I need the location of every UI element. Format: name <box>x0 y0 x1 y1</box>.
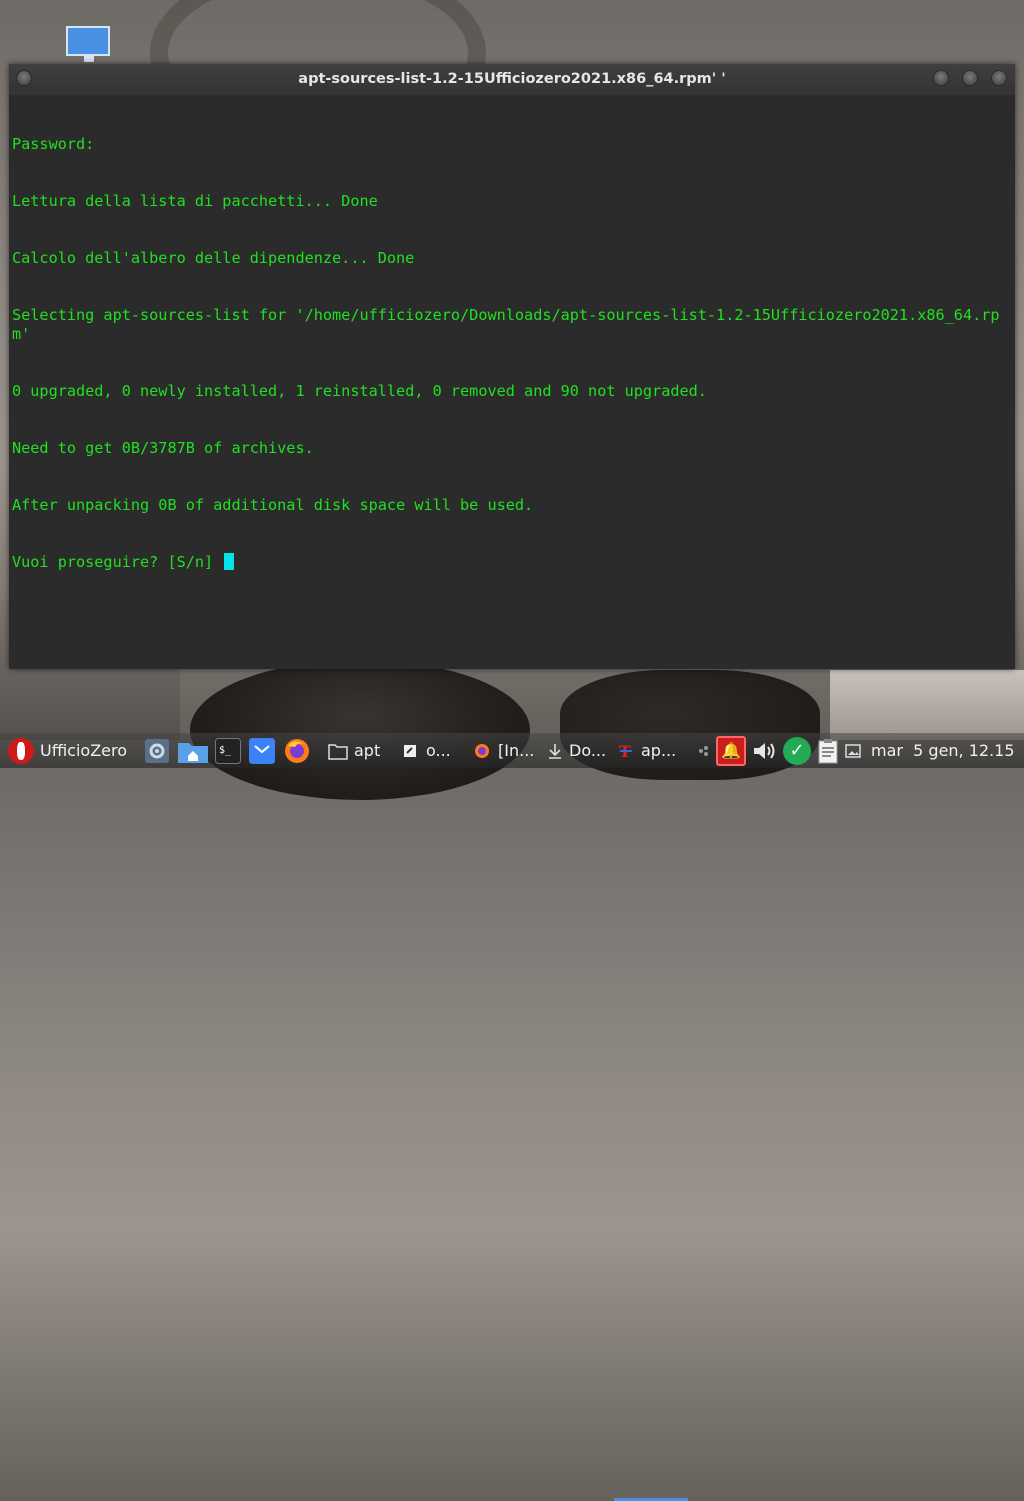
desktop-monitor-stand <box>84 56 94 62</box>
desktop-monitor-icon[interactable] <box>66 26 110 56</box>
tray-notifications[interactable]: 🔔 <box>716 733 746 768</box>
terminal-cursor <box>224 553 235 570</box>
settings-gear-icon <box>145 738 169 763</box>
terminal-app-icon: T <box>619 742 632 760</box>
task-item[interactable]: apt <box>328 733 380 768</box>
terminal-line: Selecting apt-sources-list for '/home/uf… <box>12 306 1000 343</box>
terminal-output[interactable]: Password: Lettura della lista di pacchet… <box>12 97 1012 662</box>
terminal-line: Lettura della lista di pacchetti... Done <box>12 192 378 210</box>
task-label: o... <box>426 741 451 760</box>
terminal-window[interactable]: apt-sources-list-1.2-15Ufficiozero2021.x… <box>9 64 1015 669</box>
terminal-line: Password: <box>12 135 95 153</box>
notification-bell-icon: 🔔 <box>716 735 746 766</box>
terminal-prompt-line: Vuoi proseguire? [S/n] <box>12 553 1012 572</box>
wallpaper-stone-right <box>830 670 1024 740</box>
terminal-line: 0 upgraded, 0 newly installed, 1 reinsta… <box>12 382 707 400</box>
quicklaunch-settings[interactable] <box>144 733 170 768</box>
task-item[interactable]: [In... <box>474 733 534 768</box>
terminal-line: Need to get 0B/3787B of archives. <box>12 439 314 457</box>
terminal-icon: $_ <box>215 737 241 764</box>
network-icon <box>699 745 708 756</box>
tray-network[interactable] <box>697 733 713 768</box>
svg-text:$_: $_ <box>219 745 232 756</box>
maximize-button[interactable] <box>962 70 978 86</box>
ufficiozero-logo-icon <box>8 737 34 764</box>
quicklaunch-firefox[interactable] <box>284 733 310 768</box>
task-label: ap... <box>641 741 677 760</box>
window-titlebar[interactable]: apt-sources-list-1.2-15Ufficiozero2021.x… <box>9 64 1015 95</box>
task-item[interactable]: o... <box>402 733 451 768</box>
folder-icon <box>328 743 348 760</box>
editor-icon <box>404 744 416 757</box>
clock-label: mar 5 gen, 12.15 <box>871 741 1015 760</box>
firefox-icon <box>285 738 309 763</box>
start-menu-label: UfficioZero <box>40 741 128 760</box>
start-menu-button[interactable]: UfficioZero <box>8 733 127 768</box>
task-label: [In... <box>498 741 535 760</box>
tray-updates[interactable]: ✓ <box>783 733 811 768</box>
clock[interactable]: mar 5 gen, 12.15 <box>871 733 1015 768</box>
terminal-prompt: Vuoi proseguire? [S/n] <box>12 553 223 571</box>
window-title: apt-sources-list-1.2-15Ufficiozero2021.x… <box>298 71 726 87</box>
volume-icon <box>754 742 775 759</box>
tray-screenshot[interactable] <box>845 733 861 768</box>
tray-clipboard[interactable] <box>817 733 839 768</box>
mail-icon <box>249 737 275 764</box>
download-icon <box>549 743 561 759</box>
minimize-button[interactable] <box>933 70 949 86</box>
clipboard-icon <box>818 738 838 763</box>
quicklaunch-mail[interactable] <box>249 733 275 768</box>
terminal-line: Calcolo dell'albero delle dipendenze... … <box>12 249 415 267</box>
quicklaunch-terminal[interactable]: $_ <box>215 733 241 768</box>
firefox-icon <box>475 743 489 758</box>
terminal-line: After unpacking 0B of additional disk sp… <box>12 496 534 514</box>
taskbar: UfficioZero $_ apt o... [In... Do... T a… <box>0 733 1024 1501</box>
task-item-active[interactable]: T ap... <box>617 733 676 768</box>
home-folder-icon <box>178 742 208 763</box>
close-button[interactable] <box>991 70 1007 86</box>
updates-check-icon: ✓ <box>783 736 811 765</box>
task-item[interactable]: Do... <box>547 733 606 768</box>
tray-volume[interactable] <box>751 733 777 768</box>
image-icon <box>845 743 861 758</box>
task-label: apt <box>354 741 381 760</box>
task-label: Do... <box>569 741 607 760</box>
quicklaunch-file-manager[interactable] <box>177 733 209 768</box>
wallpaper-bronze-sculpture <box>190 660 530 800</box>
